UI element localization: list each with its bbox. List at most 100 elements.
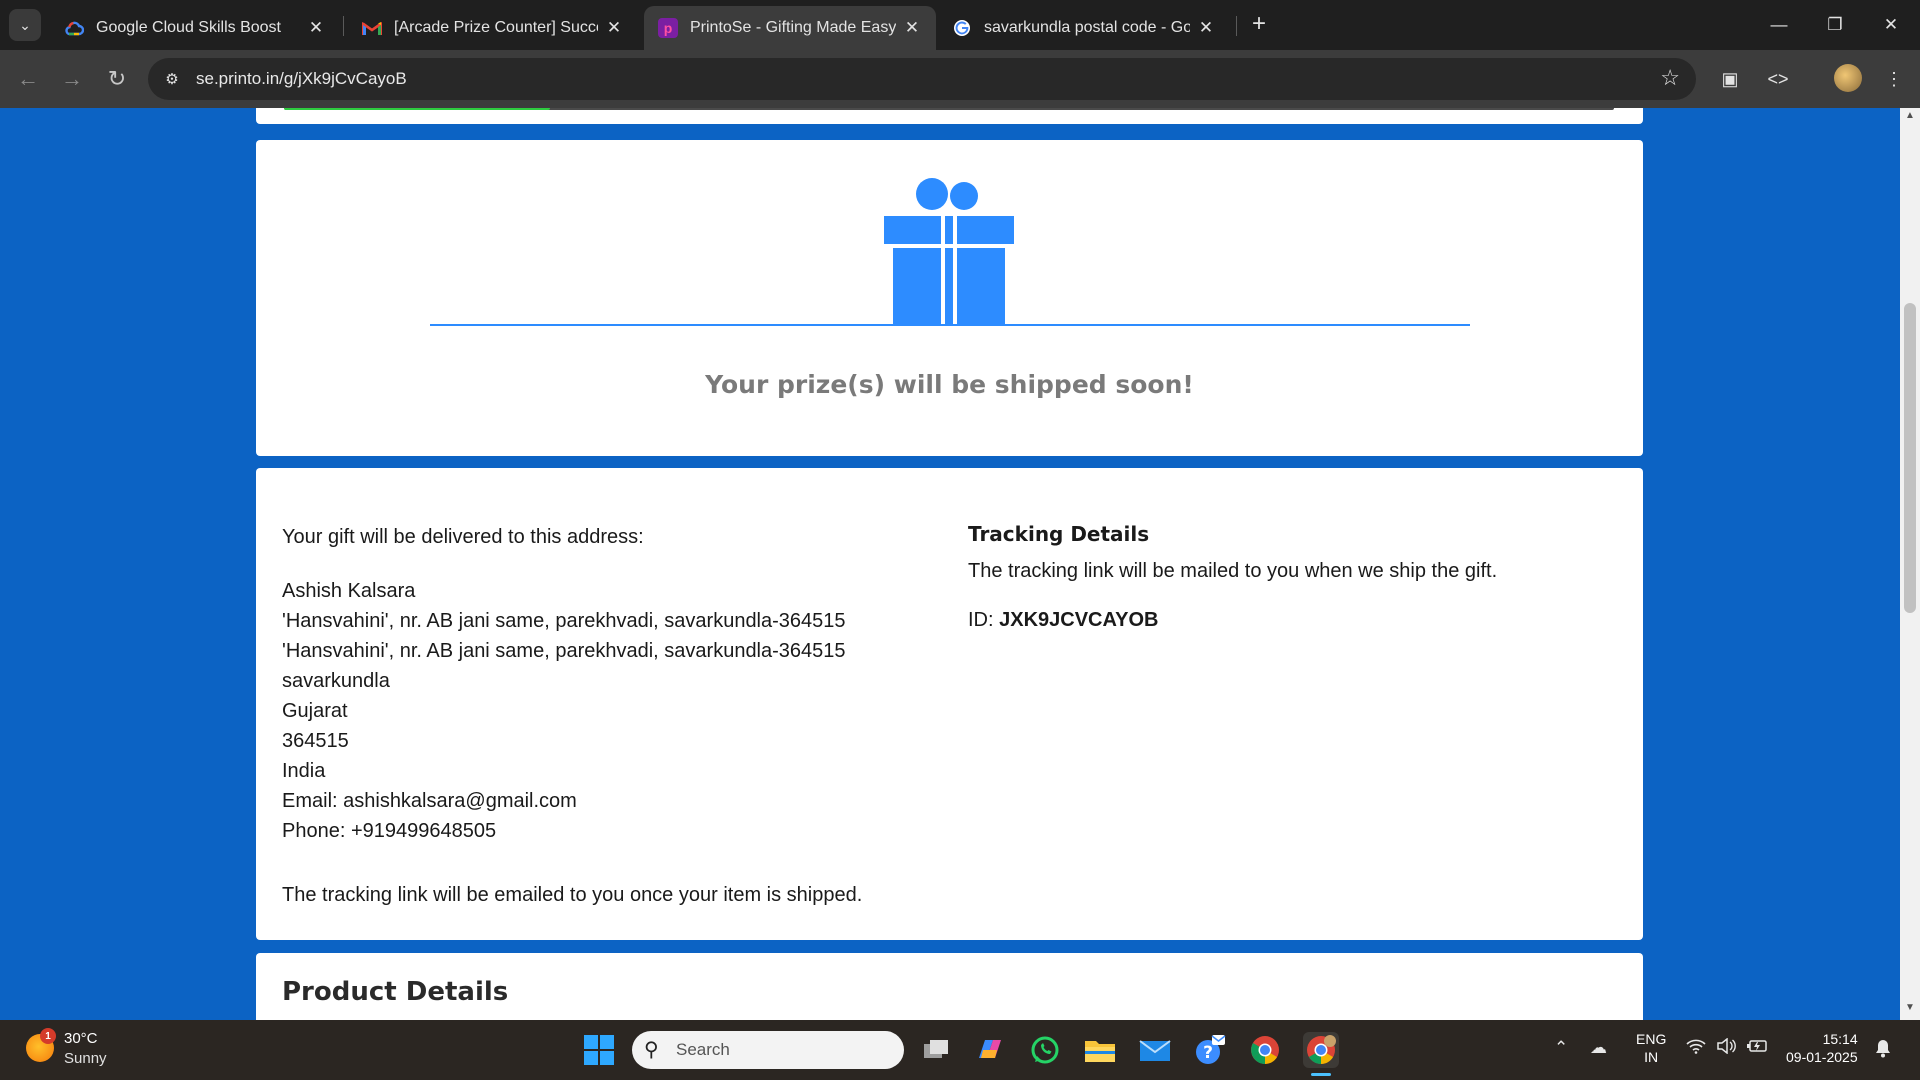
clock-time: 15:14 [1822,1031,1858,1047]
product-details-card: Product Details [256,953,1643,1020]
progress-card [256,108,1643,124]
google-icon [952,18,972,38]
whatsapp-icon[interactable] [1027,1032,1063,1068]
url-text[interactable]: se.printo.in/g/jXk9jCvCayoB [196,69,407,89]
minimize-button[interactable]: — [1751,0,1807,50]
language-code: ENG [1636,1031,1667,1047]
delivery-address: Ashish Kalsara 'Hansvahini', nr. AB jani… [282,576,846,846]
notification-badge: 1 [40,1028,56,1044]
chrome-profile-icon[interactable] [1303,1032,1339,1068]
windows-logo-pane [600,1035,614,1049]
tracking-description: The tracking link will be mailed to you … [968,560,1498,582]
tracking-email-note: The tracking link will be emailed to you… [282,884,863,906]
search-placeholder: Search [676,1040,730,1059]
tracking-id-value: JXK9JCVCAYOB [999,609,1159,631]
tab-title: PrintoSe - Gifting Made Easy [690,19,896,36]
delivery-details-card: Your gift will be delivered to this addr… [256,468,1643,940]
tab-strip: ⌄ Google Cloud Skills Boost ✕ [Arcade Pr… [0,0,1920,50]
file-explorer-icon[interactable] [1082,1032,1118,1068]
recipient-name: Ashish Kalsara [282,580,416,602]
progress-bar [284,108,1614,110]
tracking-heading: Tracking Details [968,522,1150,546]
page-scrollbar[interactable]: ▲ ▼ [1900,108,1920,1020]
bookmark-star-icon[interactable]: ☆ [1660,65,1680,91]
address-country: India [282,760,326,782]
tab-divider [343,16,344,36]
tracking-id: ID: JXK9JCVCAYOB [968,609,1158,632]
address-state: Gujarat [282,700,348,722]
address-line-1: 'Hansvahini', nr. AB jani same, parekhva… [282,610,846,632]
svg-text:?: ? [1203,1043,1213,1063]
site-info-icon[interactable]: ⚙ [160,67,184,91]
weather-condition[interactable]: Sunny [64,1050,107,1067]
printose-icon: p [658,18,678,38]
windows-logo-pane [584,1035,598,1049]
browser-menu-icon[interactable]: ⋮ [1878,63,1910,95]
get-help-icon[interactable]: ? [1192,1032,1228,1068]
close-tab-icon[interactable]: ✕ [902,18,922,38]
tab-title: Google Cloud Skills Boost [96,19,281,36]
profile-avatar[interactable] [1834,64,1862,92]
recipient-email: Email: ashishkalsara@gmail.com [282,790,577,812]
recipient-phone: Phone: +919499648505 [282,820,497,842]
scroll-thumb[interactable] [1904,303,1916,613]
taskbar-search[interactable]: ⚲ Search [632,1031,904,1069]
input-language[interactable]: ENG IN [1636,1030,1666,1066]
onedrive-cloud-icon[interactable]: ☁ [1590,1038,1607,1058]
google-cloud-icon [64,18,84,38]
tab-title: [Arcade Prize Counter] Success [394,19,598,36]
mail-icon[interactable] [1137,1032,1173,1068]
close-tab-icon[interactable]: ✕ [604,18,624,38]
volume-icon[interactable] [1716,1037,1736,1059]
tab-google-search[interactable]: savarkundla postal code - Goog ✕ [938,6,1230,50]
windows-taskbar: 1 30°C Sunny ⚲ Search ? ⌃ ☁ ENG IN 15:14… [0,1020,1920,1080]
address-pin: 364515 [282,730,349,752]
address-line-2: 'Hansvahini', nr. AB jani same, parekhva… [282,640,846,662]
shipping-status-card: Your prize(s) will be shipped soon! [256,140,1643,456]
close-tab-icon[interactable]: ✕ [306,18,326,38]
tab-printose[interactable]: p PrintoSe - Gifting Made Easy ✕ [644,6,936,50]
page-viewport: Your prize(s) will be shipped soon! Your… [0,108,1900,1020]
tab-gmail[interactable]: [Arcade Prize Counter] Success ✕ [348,6,638,50]
close-window-button[interactable]: ✕ [1863,0,1919,50]
task-view-icon[interactable] [918,1032,954,1068]
scroll-down-icon[interactable]: ▼ [1900,1002,1920,1018]
scroll-up-icon[interactable]: ▲ [1900,110,1920,126]
address-bar[interactable]: ⚙ se.printo.in/g/jXk9jCvCayoB ☆ [148,58,1696,100]
search-icon: ⚲ [644,1039,659,1061]
system-clock[interactable]: 15:14 09-01-2025 [1786,1030,1858,1066]
show-hidden-icons[interactable]: ⌃ [1554,1038,1568,1058]
back-button[interactable]: ← [12,63,44,95]
progress-fill [284,108,550,110]
region-code: IN [1644,1049,1659,1065]
forward-button[interactable]: → [56,63,88,95]
windows-logo-pane [584,1051,598,1065]
browser-toolbar: ← → ↻ ⚙ se.printo.in/g/jXk9jCvCayoB ☆ ▣ … [0,50,1920,108]
address-intro: Your gift will be delivered to this addr… [282,526,644,548]
notification-bell-icon[interactable] [1874,1038,1892,1063]
lens-screenshot-icon[interactable]: ▣ [1714,63,1746,95]
reload-button[interactable]: ↻ [101,63,133,95]
chrome-icon[interactable] [1247,1032,1283,1068]
gmail-icon [362,18,382,38]
battery-icon[interactable] [1746,1038,1768,1059]
shipping-message: Your prize(s) will be shipped soon! [705,370,1194,399]
code-icon[interactable]: <> [1762,63,1794,95]
weather-temperature[interactable]: 30°C [64,1030,98,1047]
wifi-icon[interactable] [1686,1038,1706,1059]
active-app-indicator [1311,1073,1331,1076]
windows-logo-pane [600,1051,614,1065]
new-tab-button[interactable]: + [1245,10,1273,38]
tab-title: savarkundla postal code - Goog [984,19,1190,36]
product-details-heading: Product Details [282,977,509,1007]
tab-search-button[interactable]: ⌄ [9,9,41,41]
start-button[interactable] [584,1035,614,1065]
address-city: savarkundla [282,670,390,692]
restore-button[interactable]: ❐ [1807,0,1863,50]
close-tab-icon[interactable]: ✕ [1196,18,1216,38]
tracking-id-label: ID: [968,609,994,631]
copilot-icon[interactable] [972,1032,1008,1068]
clock-date: 09-01-2025 [1786,1049,1858,1065]
gift-icon [884,178,1014,326]
tab-google-cloud[interactable]: Google Cloud Skills Boost ✕ [50,6,340,50]
